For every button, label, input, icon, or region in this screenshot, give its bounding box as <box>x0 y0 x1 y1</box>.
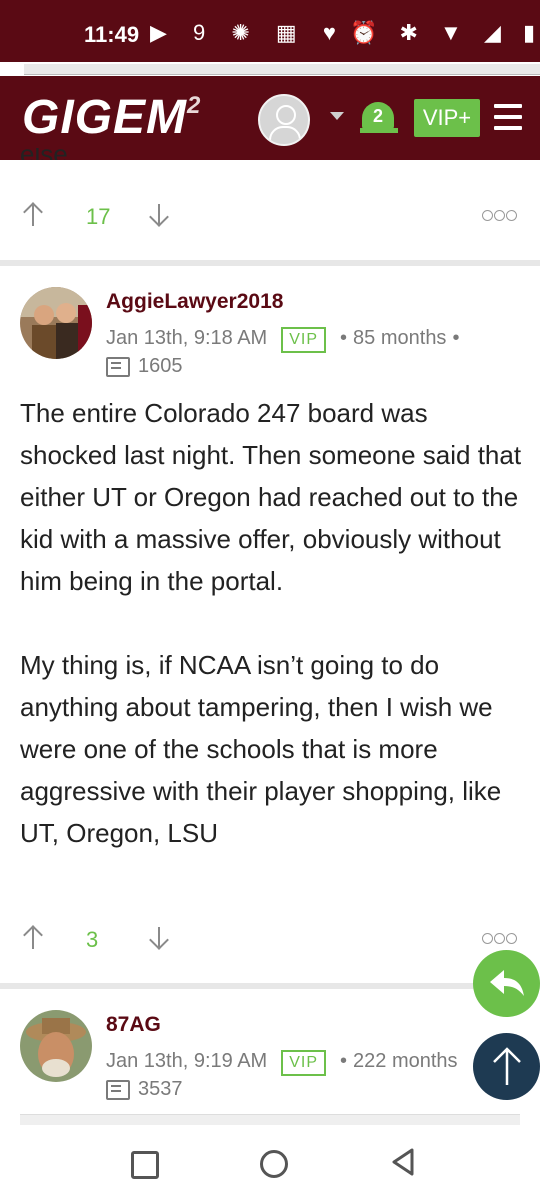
home-icon[interactable] <box>260 1150 288 1178</box>
avatar[interactable] <box>20 287 92 359</box>
post-meta: Jan 13th, 9:18 AM VIP • 85 months • <box>106 327 465 353</box>
more-options-icon[interactable] <box>482 931 518 944</box>
page-strip <box>0 62 540 76</box>
reply-button[interactable] <box>473 950 540 1017</box>
member-tenure: 85 months <box>353 327 447 349</box>
profile-avatar-button[interactable] <box>258 94 310 146</box>
back-icon[interactable] <box>390 1147 416 1177</box>
reply-icon <box>490 970 524 996</box>
user-icon <box>276 105 296 125</box>
system-icons: ⏰ ✱ ▼ ◢ ▮ <box>350 20 540 45</box>
system-nav-bar <box>0 1125 540 1200</box>
downvote-icon[interactable] <box>149 202 169 228</box>
member-tenure: 222 months <box>353 1050 458 1072</box>
post-count: 1605 <box>138 355 183 377</box>
vip-badge: VIP <box>281 1050 327 1076</box>
vote-count: 3 <box>86 927 99 952</box>
comment-icon <box>106 1079 130 1100</box>
vip-badge: VIP <box>281 327 327 353</box>
post-meta: Jan 13th, 9:19 AM VIP • 222 months <box>106 1050 458 1076</box>
post-count-row: 3537 <box>106 1078 183 1101</box>
notifications-bell-icon[interactable]: 2 <box>360 96 398 140</box>
quote-block <box>20 1114 520 1125</box>
notification-icons: ▶ 9 ✺ ▦ ♥ <box>150 20 346 45</box>
more-options-icon[interactable] <box>482 208 518 221</box>
logo-superscript: 2 <box>187 92 202 119</box>
recent-apps-icon[interactable] <box>131 1151 159 1179</box>
arrow-up-icon <box>493 1047 521 1085</box>
status-time: 11:49 <box>84 22 140 47</box>
vote-count: 17 <box>86 204 111 229</box>
notification-count: 2 <box>372 106 383 126</box>
post-count-row: 1605 <box>106 355 183 378</box>
scroll-to-top-button[interactable] <box>473 1033 540 1100</box>
post-paragraph: The entire Colorado 247 board was shocke… <box>20 398 522 596</box>
post-date: Jan 13th, 9:19 AM <box>106 1050 268 1072</box>
post-actions: 17 <box>0 198 540 238</box>
hamburger-menu-icon[interactable] <box>494 104 522 130</box>
post-count: 3537 <box>138 1078 183 1100</box>
post-date: Jan 13th, 9:18 AM <box>106 327 268 349</box>
app-header: GIGEM2 2 VIP+ <box>0 76 540 160</box>
post-actions: 3 <box>0 921 540 961</box>
post-paragraph: My thing is, if NCAA isn’t going to do a… <box>20 650 502 848</box>
upvote-icon[interactable] <box>23 202 43 228</box>
username[interactable]: AggieLawyer2018 <box>106 290 283 314</box>
downvote-icon[interactable] <box>149 925 169 951</box>
post-body: The entire Colorado 247 board was shocke… <box>20 392 525 896</box>
chevron-down-icon[interactable] <box>330 112 344 120</box>
status-bar: 11:49 ▶ 9 ✺ ▦ ♥ ⏰ ✱ ▼ ◢ ▮ <box>0 0 540 62</box>
username[interactable]: 87AG <box>106 1013 161 1037</box>
vip-plus-button[interactable]: VIP+ <box>414 99 480 137</box>
upvote-icon[interactable] <box>23 925 43 951</box>
post-divider <box>0 983 540 989</box>
comment-icon <box>106 356 130 377</box>
previous-post-text: else. <box>20 148 75 160</box>
avatar[interactable] <box>20 1010 92 1082</box>
post-divider <box>0 260 540 266</box>
logo-text: GIGEM <box>22 91 188 144</box>
site-logo[interactable]: GIGEM2 <box>22 90 201 145</box>
